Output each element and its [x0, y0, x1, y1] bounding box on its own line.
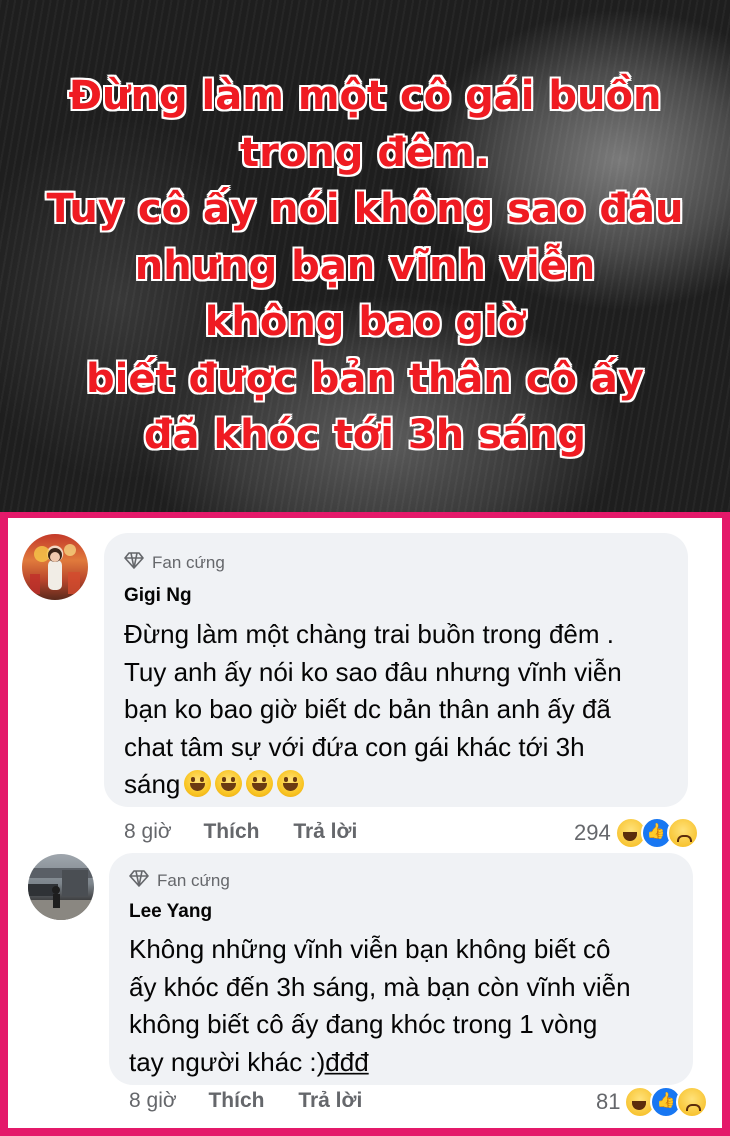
- fan-badge: Fan cứng: [124, 551, 225, 574]
- reply-button[interactable]: Trả lời: [298, 1089, 362, 1112]
- grinning-face-icon: [277, 770, 305, 797]
- reactions-summary[interactable]: 294: [574, 817, 699, 849]
- reply-button[interactable]: Trả lời: [293, 820, 357, 843]
- comment-bubble[interactable]: Fan cứng Gigi Ng Đừng làm một chàng trai…: [104, 533, 688, 807]
- comment-text: Đừng làm một chàng trai buồn trong đêm .…: [124, 616, 622, 804]
- avatar[interactable]: [28, 854, 94, 920]
- headline-line: không bao giờ: [204, 299, 526, 345]
- headline-line: biết được bản thân cô ấy: [86, 355, 644, 402]
- comment-bubble[interactable]: Fan cứng Lee Yang Không những vĩnh viễn …: [109, 853, 693, 1085]
- comment-line: tay người khác :)đ̲đ̲đ̲: [129, 1046, 369, 1077]
- comment-actions: 8 giờ Thích Trả lời: [129, 1089, 362, 1113]
- reactions-summary[interactable]: 81: [596, 1086, 709, 1118]
- comment-line: bạn ko bao giờ biết dc bản thân anh ấy đ…: [124, 694, 611, 724]
- comments-panel: Fan cứng Gigi Ng Đừng làm một chàng trai…: [8, 518, 722, 1128]
- reaction-count: 81: [596, 1089, 621, 1114]
- comment-time[interactable]: 8 giờ: [129, 1089, 177, 1112]
- comment-line: Đừng làm một chàng trai buồn trong đêm .: [124, 619, 614, 649]
- badge-label: Fan cứng: [157, 870, 230, 890]
- avatar-photo: [28, 868, 94, 920]
- like-button[interactable]: Thích: [203, 820, 259, 843]
- avatar[interactable]: [22, 534, 88, 600]
- comment-line: Tuy anh ấy nói ko sao đâu nhưng vĩnh viễ…: [124, 656, 622, 687]
- reaction-count: 294: [574, 820, 611, 845]
- fan-badge: Fan cứng: [129, 869, 230, 892]
- grinning-face-icon: [215, 770, 243, 797]
- comment-line: chat tâm sự với đứa con gái khác tới 3h: [124, 731, 585, 762]
- headline-line: Tuy cô ấy nói không sao đâu: [46, 186, 684, 232]
- comment-line: sáng: [124, 769, 181, 799]
- comment-line: ấy khóc đến 3h sáng, mà bạn còn vĩnh viễ…: [129, 971, 631, 1002]
- diamond-icon: [124, 551, 144, 574]
- sad-icon: [666, 817, 699, 849]
- author-name[interactable]: Lee Yang: [129, 901, 212, 923]
- grinning-face-icon: [246, 770, 274, 797]
- sad-icon: [676, 1086, 709, 1118]
- comment-line: Không những vĩnh viễn bạn không biết cô: [129, 934, 611, 964]
- like-button[interactable]: Thích: [208, 1089, 264, 1112]
- author-name[interactable]: Gigi Ng: [124, 585, 192, 607]
- comment-actions: 8 giờ Thích Trả lời: [124, 820, 357, 844]
- comment-time[interactable]: 8 giờ: [124, 820, 172, 843]
- headline: Đừng làm một cô gái buồn trong đêm. Tuy …: [10, 68, 720, 464]
- badge-label: Fan cứng: [152, 552, 225, 572]
- comment-last-line: sáng: [124, 766, 622, 804]
- grinning-face-icon: [184, 770, 212, 797]
- diamond-icon: [129, 869, 149, 892]
- avatar-photo: [30, 544, 80, 594]
- headline-line: Đừng làm một cô gái buồn: [68, 73, 662, 119]
- headline-line: đã khóc tới 3h sáng: [143, 412, 587, 458]
- headline-line: nhưng bạn vĩnh viễn: [134, 242, 596, 289]
- comment-line: không biết cô ấy đang khóc trong 1 vòng: [129, 1009, 598, 1039]
- photo-banner: Đừng làm một cô gái buồn trong đêm. Tuy …: [0, 0, 730, 512]
- headline-line: trong đêm.: [240, 129, 490, 176]
- comment-text: Không những vĩnh viễn bạn không biết cô …: [129, 931, 631, 1081]
